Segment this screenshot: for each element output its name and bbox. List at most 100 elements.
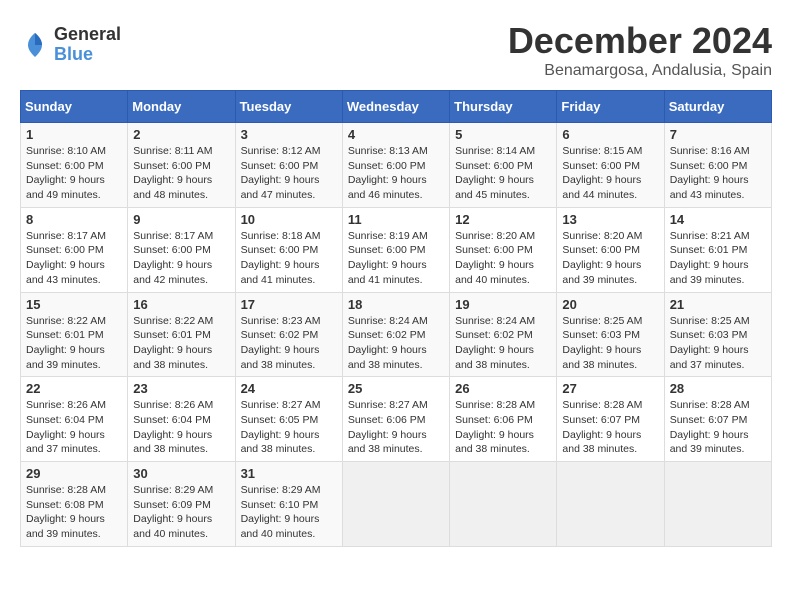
- day-cell-11: 11 Sunrise: 8:19 AM Sunset: 6:00 PM Dayl…: [342, 207, 449, 292]
- day-number: 15: [26, 297, 122, 312]
- day-info: Sunrise: 8:24 AM Sunset: 6:02 PM Dayligh…: [455, 314, 551, 373]
- day-number: 30: [133, 466, 229, 481]
- day-number: 14: [670, 212, 766, 227]
- calendar-week-3: 15 Sunrise: 8:22 AM Sunset: 6:01 PM Dayl…: [21, 292, 772, 377]
- calendar-table: Sunday Monday Tuesday Wednesday Thursday…: [20, 90, 772, 547]
- empty-cell: [342, 462, 449, 547]
- calendar-week-2: 8 Sunrise: 8:17 AM Sunset: 6:00 PM Dayli…: [21, 207, 772, 292]
- day-number: 29: [26, 466, 122, 481]
- day-number: 10: [241, 212, 337, 227]
- day-info: Sunrise: 8:10 AM Sunset: 6:00 PM Dayligh…: [26, 144, 122, 203]
- day-cell-1: 1 Sunrise: 8:10 AM Sunset: 6:00 PM Dayli…: [21, 123, 128, 208]
- calendar-week-4: 22 Sunrise: 8:26 AM Sunset: 6:04 PM Dayl…: [21, 377, 772, 462]
- empty-cell: [450, 462, 557, 547]
- day-number: 4: [348, 127, 444, 142]
- day-cell-2: 2 Sunrise: 8:11 AM Sunset: 6:00 PM Dayli…: [128, 123, 235, 208]
- day-info: Sunrise: 8:21 AM Sunset: 6:01 PM Dayligh…: [670, 229, 766, 288]
- day-number: 2: [133, 127, 229, 142]
- day-number: 13: [562, 212, 658, 227]
- header-wednesday: Wednesday: [342, 91, 449, 123]
- day-number: 20: [562, 297, 658, 312]
- day-cell-24: 24 Sunrise: 8:27 AM Sunset: 6:05 PM Dayl…: [235, 377, 342, 462]
- day-info: Sunrise: 8:25 AM Sunset: 6:03 PM Dayligh…: [670, 314, 766, 373]
- day-info: Sunrise: 8:28 AM Sunset: 6:06 PM Dayligh…: [455, 398, 551, 457]
- day-number: 11: [348, 212, 444, 227]
- day-cell-15: 15 Sunrise: 8:22 AM Sunset: 6:01 PM Dayl…: [21, 292, 128, 377]
- logo-text: General Blue: [54, 25, 121, 65]
- day-cell-18: 18 Sunrise: 8:24 AM Sunset: 6:02 PM Dayl…: [342, 292, 449, 377]
- day-info: Sunrise: 8:27 AM Sunset: 6:06 PM Dayligh…: [348, 398, 444, 457]
- location-subtitle: Benamargosa, Andalusia, Spain: [508, 62, 772, 80]
- day-info: Sunrise: 8:22 AM Sunset: 6:01 PM Dayligh…: [26, 314, 122, 373]
- header-sunday: Sunday: [21, 91, 128, 123]
- day-number: 27: [562, 381, 658, 396]
- day-info: Sunrise: 8:11 AM Sunset: 6:00 PM Dayligh…: [133, 144, 229, 203]
- day-info: Sunrise: 8:22 AM Sunset: 6:01 PM Dayligh…: [133, 314, 229, 373]
- header-thursday: Thursday: [450, 91, 557, 123]
- day-number: 25: [348, 381, 444, 396]
- calendar-week-5: 29 Sunrise: 8:28 AM Sunset: 6:08 PM Dayl…: [21, 462, 772, 547]
- day-cell-3: 3 Sunrise: 8:12 AM Sunset: 6:00 PM Dayli…: [235, 123, 342, 208]
- day-info: Sunrise: 8:28 AM Sunset: 6:07 PM Dayligh…: [562, 398, 658, 457]
- logo-blue: Blue: [54, 45, 121, 65]
- header-friday: Friday: [557, 91, 664, 123]
- day-number: 12: [455, 212, 551, 227]
- day-cell-31: 31 Sunrise: 8:29 AM Sunset: 6:10 PM Dayl…: [235, 462, 342, 547]
- page-header: General Blue December 2024 Benamargosa, …: [20, 20, 772, 80]
- day-info: Sunrise: 8:26 AM Sunset: 6:04 PM Dayligh…: [26, 398, 122, 457]
- day-cell-4: 4 Sunrise: 8:13 AM Sunset: 6:00 PM Dayli…: [342, 123, 449, 208]
- title-area: December 2024 Benamargosa, Andalusia, Sp…: [508, 20, 772, 80]
- day-cell-10: 10 Sunrise: 8:18 AM Sunset: 6:00 PM Dayl…: [235, 207, 342, 292]
- day-cell-22: 22 Sunrise: 8:26 AM Sunset: 6:04 PM Dayl…: [21, 377, 128, 462]
- day-number: 21: [670, 297, 766, 312]
- day-info: Sunrise: 8:14 AM Sunset: 6:00 PM Dayligh…: [455, 144, 551, 203]
- logo: General Blue: [20, 25, 121, 65]
- day-info: Sunrise: 8:26 AM Sunset: 6:04 PM Dayligh…: [133, 398, 229, 457]
- day-number: 3: [241, 127, 337, 142]
- day-number: 7: [670, 127, 766, 142]
- day-number: 18: [348, 297, 444, 312]
- day-info: Sunrise: 8:16 AM Sunset: 6:00 PM Dayligh…: [670, 144, 766, 203]
- day-cell-20: 20 Sunrise: 8:25 AM Sunset: 6:03 PM Dayl…: [557, 292, 664, 377]
- day-info: Sunrise: 8:18 AM Sunset: 6:00 PM Dayligh…: [241, 229, 337, 288]
- day-info: Sunrise: 8:17 AM Sunset: 6:00 PM Dayligh…: [133, 229, 229, 288]
- day-cell-30: 30 Sunrise: 8:29 AM Sunset: 6:09 PM Dayl…: [128, 462, 235, 547]
- day-info: Sunrise: 8:29 AM Sunset: 6:10 PM Dayligh…: [241, 483, 337, 542]
- day-cell-8: 8 Sunrise: 8:17 AM Sunset: 6:00 PM Dayli…: [21, 207, 128, 292]
- day-number: 6: [562, 127, 658, 142]
- day-info: Sunrise: 8:17 AM Sunset: 6:00 PM Dayligh…: [26, 229, 122, 288]
- day-info: Sunrise: 8:28 AM Sunset: 6:08 PM Dayligh…: [26, 483, 122, 542]
- empty-cell: [664, 462, 771, 547]
- day-info: Sunrise: 8:20 AM Sunset: 6:00 PM Dayligh…: [562, 229, 658, 288]
- day-cell-29: 29 Sunrise: 8:28 AM Sunset: 6:08 PM Dayl…: [21, 462, 128, 547]
- day-cell-7: 7 Sunrise: 8:16 AM Sunset: 6:00 PM Dayli…: [664, 123, 771, 208]
- day-info: Sunrise: 8:15 AM Sunset: 6:00 PM Dayligh…: [562, 144, 658, 203]
- day-cell-23: 23 Sunrise: 8:26 AM Sunset: 6:04 PM Dayl…: [128, 377, 235, 462]
- day-info: Sunrise: 8:20 AM Sunset: 6:00 PM Dayligh…: [455, 229, 551, 288]
- day-info: Sunrise: 8:28 AM Sunset: 6:07 PM Dayligh…: [670, 398, 766, 457]
- day-cell-19: 19 Sunrise: 8:24 AM Sunset: 6:02 PM Dayl…: [450, 292, 557, 377]
- day-cell-12: 12 Sunrise: 8:20 AM Sunset: 6:00 PM Dayl…: [450, 207, 557, 292]
- month-title: December 2024: [508, 20, 772, 62]
- day-cell-16: 16 Sunrise: 8:22 AM Sunset: 6:01 PM Dayl…: [128, 292, 235, 377]
- day-number: 22: [26, 381, 122, 396]
- day-cell-28: 28 Sunrise: 8:28 AM Sunset: 6:07 PM Dayl…: [664, 377, 771, 462]
- day-number: 17: [241, 297, 337, 312]
- day-cell-17: 17 Sunrise: 8:23 AM Sunset: 6:02 PM Dayl…: [235, 292, 342, 377]
- day-cell-13: 13 Sunrise: 8:20 AM Sunset: 6:00 PM Dayl…: [557, 207, 664, 292]
- day-cell-6: 6 Sunrise: 8:15 AM Sunset: 6:00 PM Dayli…: [557, 123, 664, 208]
- day-number: 23: [133, 381, 229, 396]
- day-cell-25: 25 Sunrise: 8:27 AM Sunset: 6:06 PM Dayl…: [342, 377, 449, 462]
- day-cell-5: 5 Sunrise: 8:14 AM Sunset: 6:00 PM Dayli…: [450, 123, 557, 208]
- day-cell-9: 9 Sunrise: 8:17 AM Sunset: 6:00 PM Dayli…: [128, 207, 235, 292]
- header-monday: Monday: [128, 91, 235, 123]
- day-number: 31: [241, 466, 337, 481]
- day-info: Sunrise: 8:27 AM Sunset: 6:05 PM Dayligh…: [241, 398, 337, 457]
- day-cell-21: 21 Sunrise: 8:25 AM Sunset: 6:03 PM Dayl…: [664, 292, 771, 377]
- day-info: Sunrise: 8:12 AM Sunset: 6:00 PM Dayligh…: [241, 144, 337, 203]
- day-cell-27: 27 Sunrise: 8:28 AM Sunset: 6:07 PM Dayl…: [557, 377, 664, 462]
- logo-general: General: [54, 25, 121, 45]
- day-number: 8: [26, 212, 122, 227]
- day-cell-26: 26 Sunrise: 8:28 AM Sunset: 6:06 PM Dayl…: [450, 377, 557, 462]
- day-number: 28: [670, 381, 766, 396]
